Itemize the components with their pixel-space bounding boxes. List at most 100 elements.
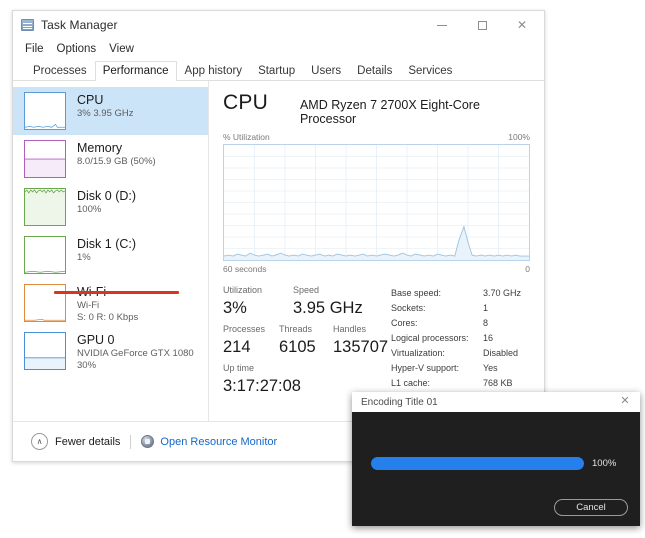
stat-val: 3.70 GHz [483,288,522,298]
sidebar-item-sub: Wi-Fi [77,300,100,311]
close-icon[interactable]: ✕ [618,394,632,408]
maximize-button[interactable] [462,11,502,39]
stat-l1-cache: L1 cache: 768 KB [391,376,530,391]
open-resource-monitor-link[interactable]: Open Resource Monitor [160,436,277,448]
pane-header: CPU AMD Ryzen 7 2700X Eight-Core Process… [223,91,530,126]
progress-percent-label: 100% [592,458,617,469]
disk0-annotation-underline [54,291,179,294]
graph-y-axis-label: % Utilization [223,132,270,142]
progress-row: 100% [371,457,621,470]
cpu-thumbnail-graph [24,92,66,130]
titlebar: Task Manager ✕ [13,11,544,39]
secondary-stats: Base speed: 3.70 GHz Sockets: 1 Cores: 8 [391,284,530,406]
graph-top-labels: % Utilization 100% [223,132,530,142]
primary-stats: Utilization 3% Speed 3.95 GHz Processes [223,284,391,406]
content-area: CPU 3% 3.95 GHz Memory 8.0/15.9 GB (50%)… [13,81,544,442]
graph-svg [224,145,529,260]
wifi-thumbnail-graph [24,284,66,322]
stat-key: Sockets: [391,303,426,313]
tab-performance[interactable]: Performance [94,61,177,81]
tab-details[interactable]: Details [349,61,400,81]
sidebar-item-disk1[interactable]: Disk 1 (C:) 1% [13,231,208,279]
stat-uptime: Up time 3:17:27:08 [223,362,301,401]
minimize-button[interactable] [422,11,462,39]
tab-startup[interactable]: Startup [250,61,303,81]
stat-virtualization: Virtualization: Disabled [391,346,530,361]
stat-val: Yes [483,363,498,373]
stat-value: 3:17:27:08 [223,377,301,395]
stat-val: 16 [483,333,494,343]
stat-key: Virtualization: [391,348,445,358]
sidebar-item-text: Disk 1 (C:) 1% [77,236,136,264]
cpu-model-label: AMD Ryzen 7 2700X Eight-Core Processor [299,98,480,126]
tab-app-history[interactable]: App history [177,61,251,81]
stat-value: 135707 [333,338,389,356]
sidebar-item-disk0[interactable]: Disk 0 (D:) 100% [13,183,208,231]
sidebar-item-label: GPU 0 [77,333,115,347]
sidebar-item-text: CPU 3% 3.95 GHz [77,92,134,120]
stat-value: 3.95 GHz [293,299,363,317]
cancel-button[interactable]: Cancel [554,499,628,516]
stat-label: Up time [223,363,255,373]
menu-item-file[interactable]: File [25,43,44,55]
screen: Task Manager ✕ File Options View Process… [0,0,645,538]
sidebar-item-wifi[interactable]: Wi-Fi Wi-Fi S: 0 R: 0 Kbps [13,279,208,327]
sidebar-item-sub: 3% 3.95 GHz [77,108,134,119]
sidebar-item-sub: 1% [77,252,91,263]
stat-threads: Threads 6105 [279,323,333,362]
sidebar-item-label: Disk 1 (C:) [77,237,137,251]
disk0-thumbnail-graph [24,188,66,226]
chevron-up-icon[interactable]: ∧ [31,433,48,450]
stat-key: Logical processors: [391,333,469,343]
stat-value: 214 [223,338,251,356]
menu-bar: File Options View [13,39,544,59]
dialog-titlebar: Encoding Title 01 ✕ [352,392,640,412]
sidebar-item-label: Disk 0 (D:) [77,189,137,203]
stats-area: Utilization 3% Speed 3.95 GHz Processes [223,284,530,406]
sidebar-item-sub: 8.0/15.9 GB (50%) [77,156,156,167]
stat-label: Threads [279,324,313,334]
stat-val: 8 [483,318,489,328]
stat-key: Cores: [391,318,418,328]
graph-x-start-label: 60 seconds [223,264,267,274]
stat-label: Speed [293,285,320,295]
stat-speed: Speed 3.95 GHz [293,284,363,323]
sidebar-item-label: Memory [77,141,123,155]
progress-bar-fill [371,457,584,470]
tab-users[interactable]: Users [303,61,349,81]
tab-strip: Processes Performance App history Startu… [13,59,544,81]
graph-x-end-label: 0 [525,264,530,274]
sidebar-item-sub2: S: 0 R: 0 Kbps [77,312,139,323]
stat-key: L1 cache: [391,378,431,388]
stat-label: Utilization [223,285,263,295]
stat-key: Hyper-V support: [391,363,460,373]
task-manager-icon [21,19,34,31]
stat-value: 3% [223,299,247,317]
sidebar-item-label: CPU [77,93,104,107]
sidebar-item-memory[interactable]: Memory 8.0/15.9 GB (50%) [13,135,208,183]
graph-gridlines [224,145,529,260]
window-controls: ✕ [422,11,542,39]
stat-val: Disabled [483,348,519,358]
fewer-details-button[interactable]: Fewer details [55,436,120,448]
window-title: Task Manager [41,18,118,32]
gpu0-thumbnail-graph [24,332,66,370]
sidebar-item-cpu[interactable]: CPU 3% 3.95 GHz [13,87,208,135]
sidebar-item-gpu0[interactable]: GPU 0 NVIDIA GeForce GTX 1080 30% [13,327,208,375]
menu-item-options[interactable]: Options [57,43,97,55]
stat-utilization: Utilization 3% [223,284,293,323]
close-button[interactable]: ✕ [502,11,542,39]
stat-val: 768 KB [483,378,513,388]
menu-item-view[interactable]: View [109,43,134,55]
tab-services[interactable]: Services [400,61,460,81]
stats-row-1: Utilization 3% Speed 3.95 GHz [223,284,391,323]
sidebar-item-sub2: 30% [77,360,97,371]
sidebar-item-sub: NVIDIA GeForce GTX 1080 [77,348,194,359]
stat-value: 6105 [279,338,316,356]
dialog-content: 100% Cancel [352,412,640,526]
divider [130,434,132,449]
sidebar-item-sub: 100% [77,204,102,215]
tab-processes[interactable]: Processes [25,61,95,81]
sidebar-item-text: Disk 0 (D:) 100% [77,188,136,216]
dialog-title: Encoding Title 01 [361,396,438,408]
